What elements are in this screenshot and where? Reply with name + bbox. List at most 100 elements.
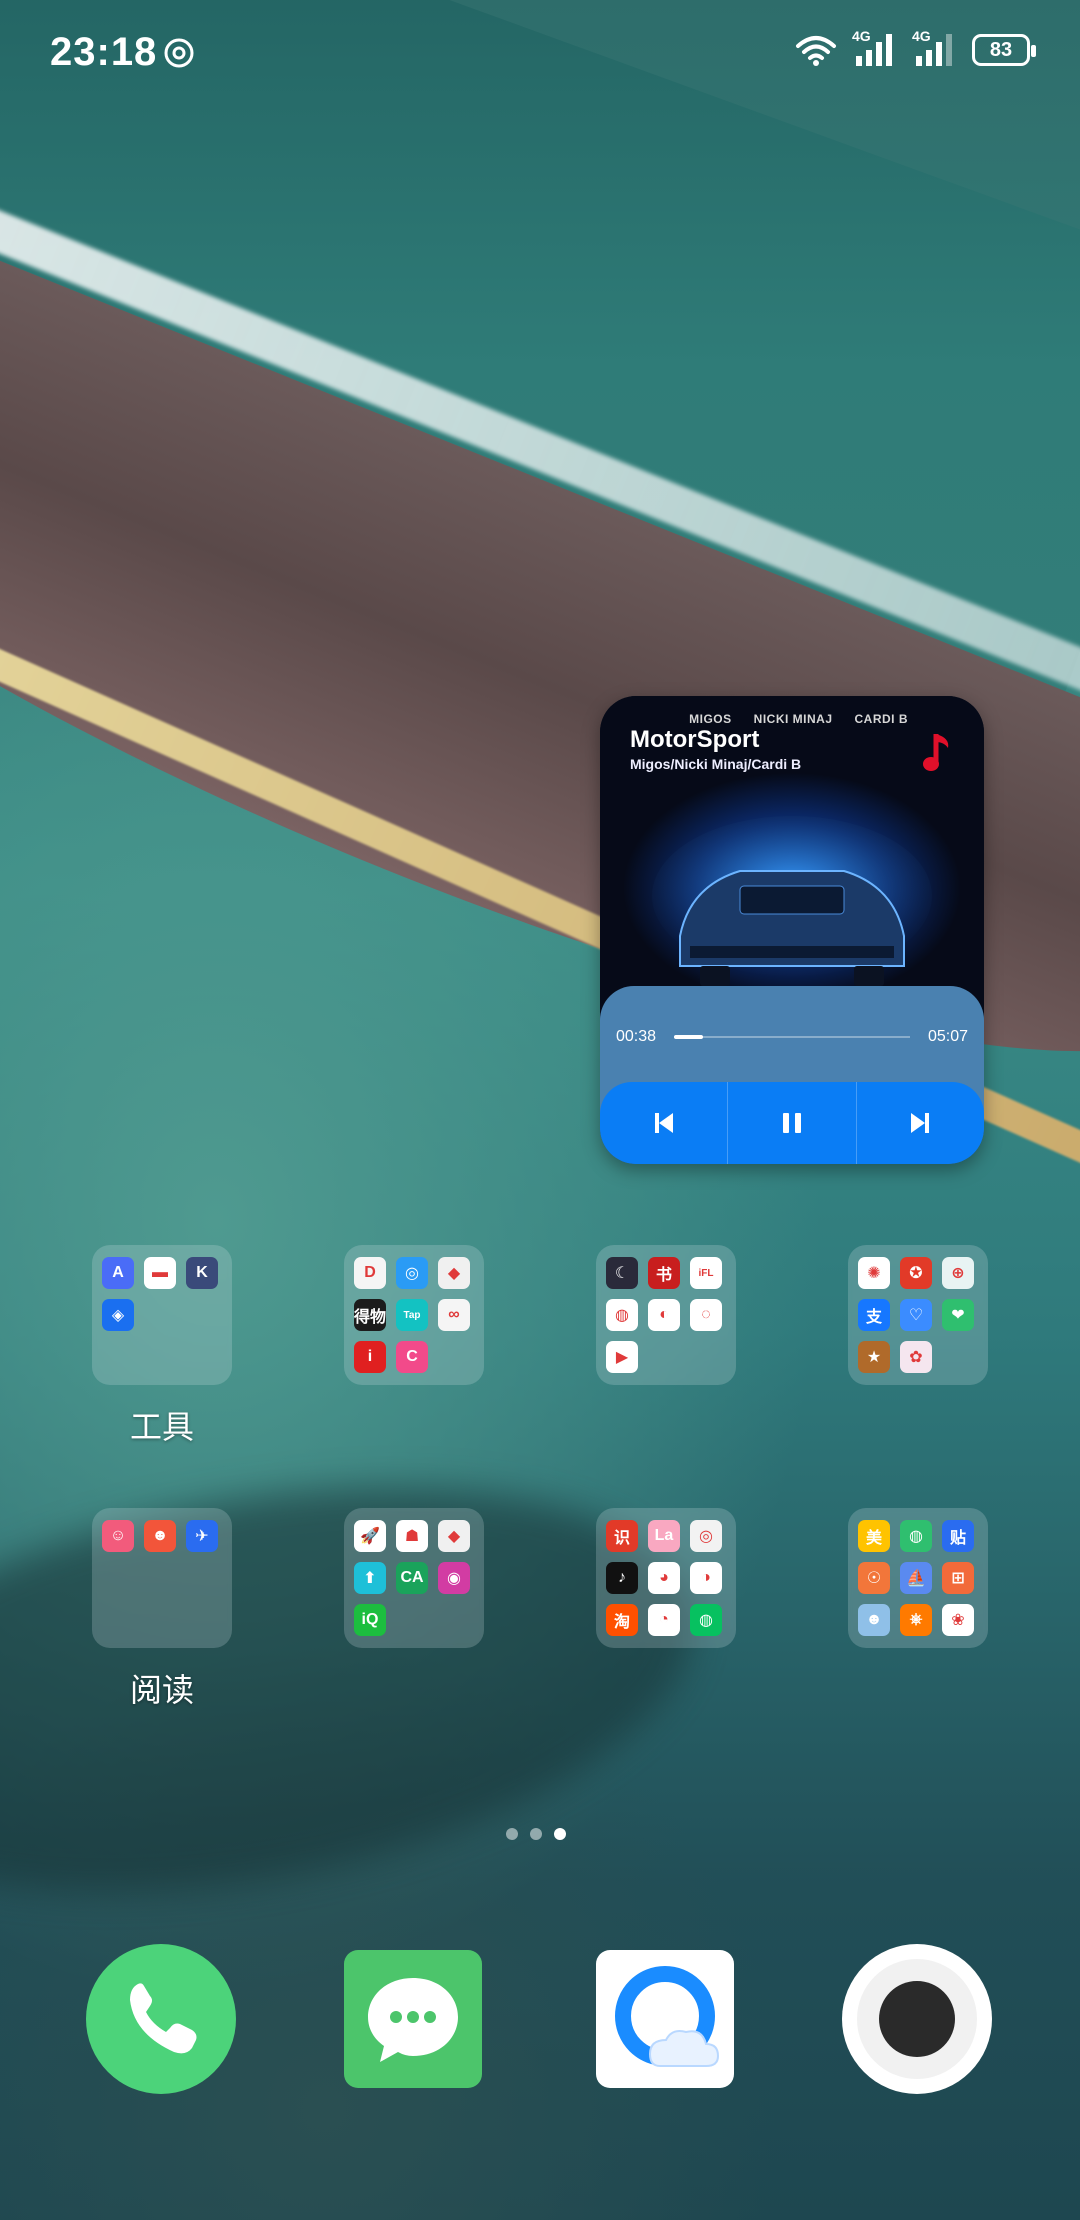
messages-app[interactable]	[338, 1944, 488, 2094]
folder-6[interactable]: 🚀 ☗ ◆ ⬆ CA ◉ iQ	[344, 1508, 484, 1648]
folder-7[interactable]: 识 La ◎ ♪ ◕ ◑ 淘 ◔ ◍	[596, 1508, 736, 1648]
page-dot-2[interactable]	[530, 1828, 542, 1840]
elapsed-time: 00:38	[616, 1028, 657, 1045]
qq-icon: ◑	[690, 1562, 722, 1594]
pause-button[interactable]	[728, 1082, 857, 1164]
next-button[interactable]	[857, 1082, 984, 1164]
netease-music-status-icon	[164, 38, 194, 68]
ca-icon: CA	[396, 1562, 428, 1594]
tiktok-icon: ♪	[606, 1562, 638, 1594]
taptap-icon: Tap	[396, 1299, 428, 1331]
shi-app-icon: 识	[606, 1520, 638, 1552]
netease-music-icon: ◎	[690, 1520, 722, 1552]
card-app-icon: ▬	[144, 1257, 176, 1289]
camera-app[interactable]	[842, 1944, 992, 2094]
pink-c-icon: C	[396, 1341, 428, 1373]
dewu-icon: 得物	[354, 1299, 386, 1331]
arrow-up-icon: ⬆	[354, 1562, 386, 1594]
phone-app[interactable]	[86, 1944, 236, 2094]
clock: 23:18	[50, 30, 158, 74]
camera-icon	[842, 1944, 992, 2094]
iqiyi-icon: iQ	[354, 1604, 386, 1636]
china-mobile-2-icon: ◆	[438, 1520, 470, 1552]
folder-tools[interactable]: A ▬ K ◈	[92, 1245, 232, 1385]
music-note-icon	[923, 734, 949, 771]
song-title: MotorSport	[630, 726, 760, 753]
qq-browser-app[interactable]	[590, 1944, 740, 2094]
progress-fill	[674, 1035, 704, 1039]
taobao-icon: 淘	[606, 1604, 638, 1636]
speech-bubble-icon: ◍	[900, 1520, 932, 1552]
blue-bird-icon: ✈	[186, 1520, 218, 1552]
game-icon: ★	[858, 1341, 890, 1373]
signal-1-icon: 4G	[852, 28, 898, 68]
red-bird-icon: ◐	[648, 1299, 680, 1331]
folder-reading[interactable]: ☺ ☻ ✈	[92, 1508, 232, 1648]
weibo-icon: ◕	[648, 1562, 680, 1594]
music-widget[interactable]: MIGOS NICKI MINAJ CARDI B MotorSport Mig…	[600, 696, 984, 1164]
folder-8[interactable]: 美 ◍ 贴 ☉ ⛵ ⊞ ☻ ⎈ ❀	[848, 1508, 988, 1648]
pause-icon	[782, 1113, 801, 1133]
lotus-app-icon: ◍	[606, 1299, 638, 1331]
fox-app-icon: ☉	[858, 1562, 890, 1594]
album-artists: MIGOS NICKI MINAJ CARDI B	[689, 712, 908, 726]
skip-previous-icon	[654, 1113, 673, 1133]
gamepad-icon: ⊞	[942, 1562, 974, 1594]
folder-label-reading: 阅读	[129, 1671, 194, 1709]
isobar-icon: i	[354, 1341, 386, 1373]
wifi-icon	[796, 36, 836, 66]
k-app-icon: K	[186, 1257, 218, 1289]
ifly-icon: iFL	[690, 1257, 722, 1289]
green-heart-icon: ❤	[942, 1299, 974, 1331]
playback-controls	[600, 1082, 984, 1164]
skip-next-icon	[911, 1113, 930, 1133]
folder-label-tools: 工具	[129, 1408, 194, 1446]
status-bar: 23:18 4G 4G 83	[0, 0, 1080, 100]
pinwheel-icon: ✺	[858, 1257, 890, 1289]
battery-indicator: 83	[972, 34, 1036, 66]
progress-bar[interactable]	[674, 1035, 910, 1039]
moon-app-icon: ☾	[606, 1257, 638, 1289]
character-game-icon: ☻	[858, 1604, 890, 1636]
folder-3[interactable]: ☾ 书 iFL ◍ ◐ ◌ ▶	[596, 1245, 736, 1385]
compass-app-icon: ◎	[396, 1257, 428, 1289]
wechat-icon: ◍	[690, 1604, 722, 1636]
song-artist: Migos/Nicki Minaj/Cardi B	[630, 756, 802, 772]
sailboat-icon: ⛵	[900, 1562, 932, 1594]
planet-app-icon: ⊕	[942, 1257, 974, 1289]
phone-icon	[86, 1944, 236, 2094]
playback-panel: 00:38 05:07	[600, 986, 984, 1164]
signal-2-icon: 4G	[912, 28, 958, 68]
folder-4[interactable]: ✺ ✪ ⊕ 支 ♡ ❤ ★ ✿	[848, 1245, 988, 1385]
kuaishou-icon: ⎈	[900, 1604, 932, 1636]
xianyu-icon: ◔	[648, 1604, 680, 1636]
man-avatar-icon: ☗	[396, 1520, 428, 1552]
previous-button[interactable]	[600, 1082, 729, 1164]
cartoon-face-icon: ☺	[102, 1520, 134, 1552]
purple-app-icon: ◉	[438, 1562, 470, 1594]
security-shield-icon: ◈	[102, 1299, 134, 1331]
page-indicator[interactable]	[506, 1828, 566, 1840]
red-calligraphy-icon: 书	[648, 1257, 680, 1289]
messages-icon	[344, 1950, 482, 2088]
page-dot-3[interactable]	[554, 1828, 566, 1840]
china-mobile-icon: ◆	[438, 1257, 470, 1289]
colorful-app-icon: ❀	[942, 1604, 974, 1636]
rocket-app-icon: 🚀	[354, 1520, 386, 1552]
app-store-icon: A	[102, 1257, 134, 1289]
qq-browser-icon	[596, 1950, 734, 2088]
baidu-netdisk-icon: ∞	[438, 1299, 470, 1331]
lala-app-icon: La	[648, 1520, 680, 1552]
kiwi-app-icon: ◌	[690, 1299, 722, 1331]
album-art[interactable]: MIGOS NICKI MINAJ CARDI B MotorSport Mig…	[600, 696, 984, 1016]
comic-app-icon: ☻	[144, 1520, 176, 1552]
folder-2[interactable]: D ◎ ◆ 得物 Tap ∞ i C	[344, 1245, 484, 1385]
duration-time: 05:07	[927, 1028, 968, 1045]
redstar-news-icon: ✪	[900, 1257, 932, 1289]
page-dot-1[interactable]	[506, 1828, 518, 1840]
car-artwork-icon	[652, 816, 932, 986]
play-icon: ▶	[606, 1341, 638, 1373]
didi-icon: D	[354, 1257, 386, 1289]
alipay-icon: 支	[858, 1299, 890, 1331]
meituan-icon: 美	[858, 1520, 890, 1552]
